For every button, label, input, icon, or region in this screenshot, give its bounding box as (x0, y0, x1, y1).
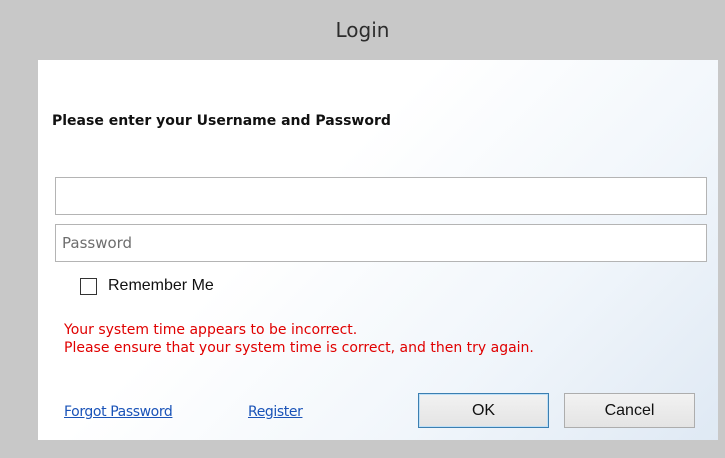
login-prompt: Please enter your Username and Password (52, 113, 391, 129)
cancel-button[interactable]: Cancel (564, 393, 695, 428)
window-title: Login (335, 18, 390, 42)
register-link[interactable]: Register (248, 404, 303, 420)
remember-me-checkbox[interactable] (80, 277, 97, 295)
password-input[interactable] (55, 224, 707, 262)
remember-me-label: Remember Me (108, 277, 214, 294)
login-window: Login Please enter your Username and Pas… (0, 0, 725, 458)
remember-me-option[interactable]: Remember Me (80, 276, 214, 296)
username-input[interactable] (55, 177, 707, 215)
error-message-line-1: Your system time appears to be incorrect… (64, 322, 358, 338)
error-message-line-2: Please ensure that your system time is c… (64, 340, 534, 356)
title-bar[interactable]: Login (0, 0, 725, 60)
ok-button[interactable]: OK (418, 393, 549, 428)
forgot-password-link[interactable]: Forgot Password (64, 404, 173, 420)
